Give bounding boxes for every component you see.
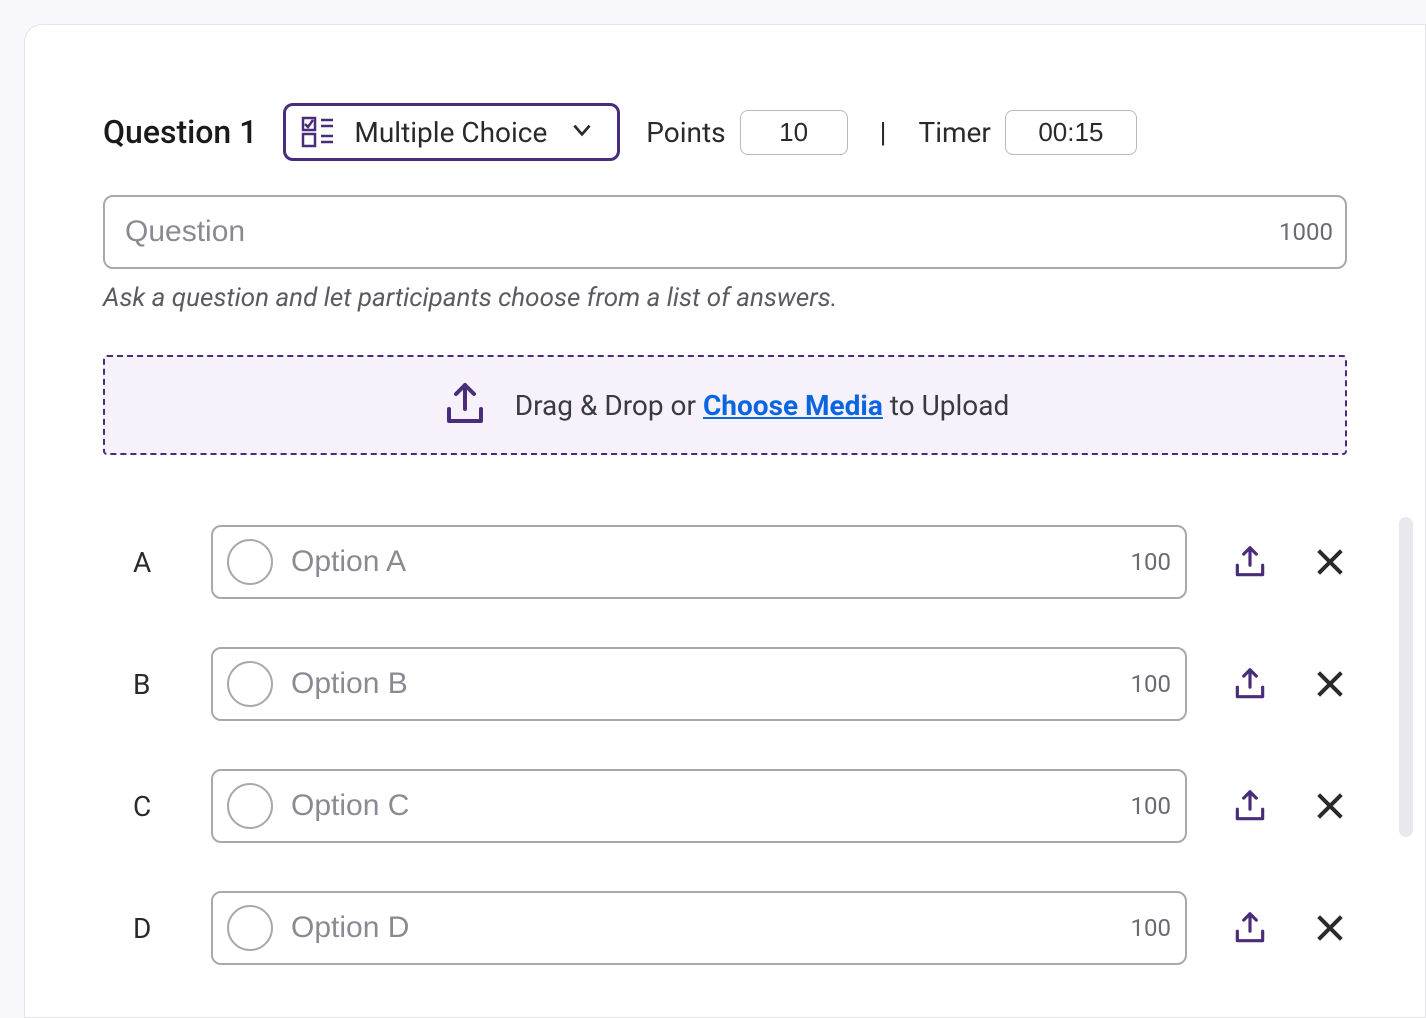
option-actions [1231,787,1347,825]
option-letter: D [133,912,211,945]
upload-prefix: Drag & Drop or [515,389,703,422]
option-actions [1231,543,1347,581]
timer-group: Timer [918,110,1136,155]
option-upload-button[interactable] [1231,909,1269,947]
option-correct-radio[interactable] [227,783,273,829]
question-card: Question 1 Multiple Choice [24,24,1426,1018]
option-actions [1231,909,1347,947]
upload-suffix: to Upload [883,389,1009,422]
option-remove-button[interactable] [1313,789,1347,823]
option-char-limit: 100 [1119,670,1171,698]
question-hint: Ask a question and let participants choo… [103,283,1347,313]
option-char-limit: 100 [1119,548,1171,576]
option-correct-radio[interactable] [227,539,273,585]
option-input[interactable] [291,545,1119,579]
option-correct-radio[interactable] [227,905,273,951]
option-upload-button[interactable] [1231,665,1269,703]
option-actions [1231,665,1347,703]
question-input-wrap: 1000 [103,195,1347,269]
points-input[interactable] [740,110,848,155]
option-row: B 100 [133,647,1347,721]
option-remove-button[interactable] [1313,911,1347,945]
choose-media-link[interactable]: Choose Media [703,389,883,422]
option-remove-button[interactable] [1313,667,1347,701]
timer-label: Timer [918,116,990,149]
chevron-down-icon [569,117,595,147]
question-type-label: Multiple Choice [354,116,547,149]
option-row: C 100 [133,769,1347,843]
option-input-wrap: 100 [211,647,1187,721]
upload-icon [441,379,489,431]
timer-input[interactable] [1005,110,1137,155]
option-remove-button[interactable] [1313,545,1347,579]
question-header: Question 1 Multiple Choice [103,103,1347,161]
points-group: Points [646,110,847,155]
option-upload-button[interactable] [1231,543,1269,581]
media-upload-zone[interactable]: Drag & Drop or Choose Media to Upload [103,355,1347,455]
option-char-limit: 100 [1119,792,1171,820]
option-input[interactable] [291,911,1119,945]
option-letter: A [133,546,211,579]
upload-text: Drag & Drop or Choose Media to Upload [515,389,1010,422]
option-input-wrap: 100 [211,769,1187,843]
option-input[interactable] [291,667,1119,701]
options-area: A 100 [103,525,1347,965]
scrollbar[interactable] [1399,517,1413,837]
option-input-wrap: 100 [211,891,1187,965]
option-char-limit: 100 [1119,914,1171,942]
option-input-wrap: 100 [211,525,1187,599]
option-row: A 100 [133,525,1347,599]
points-label: Points [646,116,725,149]
option-row: D 100 [133,891,1347,965]
multiple-choice-icon [300,114,336,150]
option-letter: B [133,668,211,701]
question-title: Question 1 [103,113,257,151]
question-char-limit: 1000 [1279,218,1333,246]
option-input[interactable] [291,789,1119,823]
option-correct-radio[interactable] [227,661,273,707]
divider: | [874,116,893,149]
question-type-select[interactable]: Multiple Choice [283,103,620,161]
option-upload-button[interactable] [1231,787,1269,825]
question-input[interactable] [103,195,1347,269]
option-letter: C [133,790,211,823]
